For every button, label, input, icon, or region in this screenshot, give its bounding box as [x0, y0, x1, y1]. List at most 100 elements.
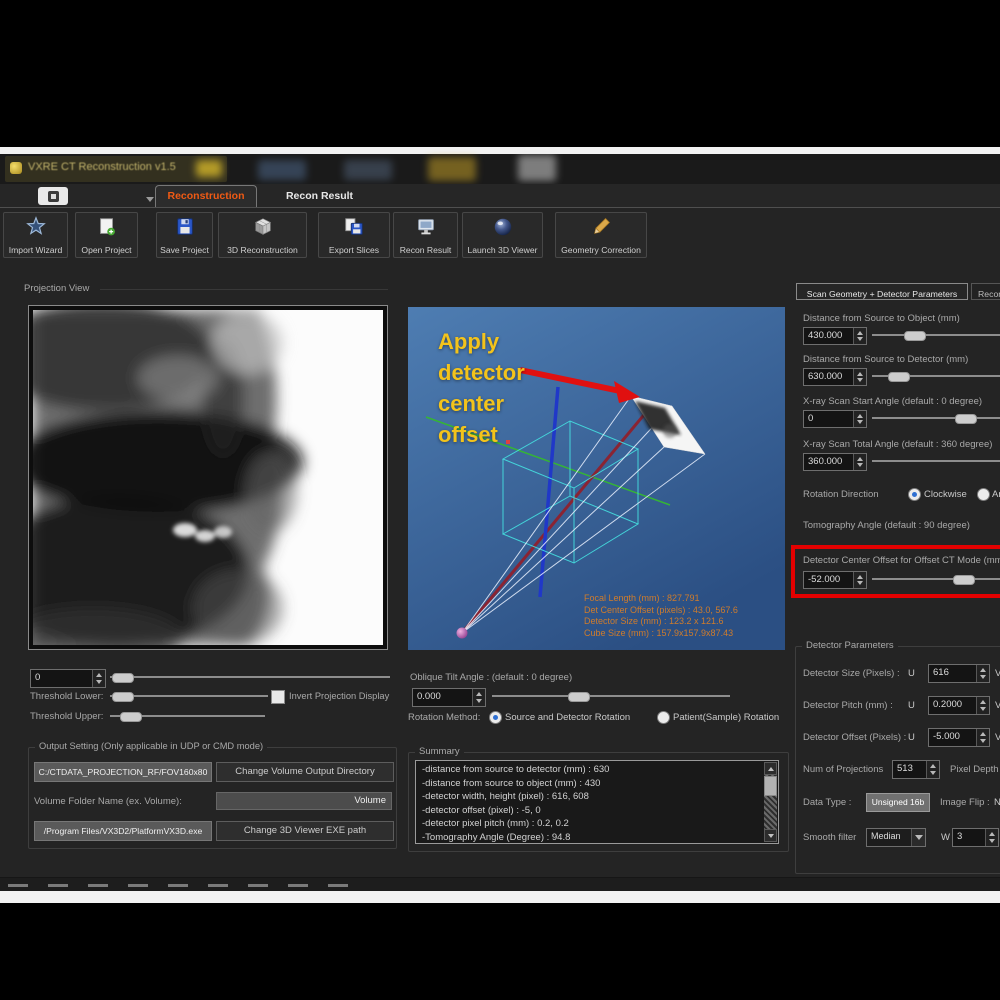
- slider-handle[interactable]: [112, 692, 134, 702]
- tab-overflow-arrow-icon[interactable]: [146, 197, 154, 202]
- total-angle-slider[interactable]: [872, 454, 1000, 468]
- export-disk-icon: [343, 216, 365, 238]
- frame-slider[interactable]: [110, 670, 390, 684]
- slider-handle[interactable]: [888, 372, 910, 382]
- spinner-arrows[interactable]: [976, 729, 989, 746]
- toolbar-button-export-slices[interactable]: Export Slices: [318, 212, 390, 258]
- ghost-icon-3: [428, 157, 476, 181]
- toolbar-button-launch-3d-viewer[interactable]: Launch 3D Viewer: [462, 212, 543, 258]
- change-3d-viewer-exe-path-button[interactable]: Change 3D Viewer EXE path: [216, 821, 394, 841]
- frame-index-spinner[interactable]: 0: [30, 669, 106, 688]
- dsd-value: 630.000: [804, 369, 853, 385]
- tab-recon-result[interactable]: Recon Result: [262, 185, 377, 207]
- spinner-arrows[interactable]: [853, 572, 866, 588]
- toolbar-label: Export Slices: [329, 245, 379, 255]
- slider-handle[interactable]: [112, 673, 134, 683]
- oblique-tilt-slider[interactable]: [492, 689, 730, 703]
- num-projections-spinner[interactable]: 513: [892, 760, 940, 779]
- toolbar-label: Launch 3D Viewer: [467, 245, 537, 255]
- threshold-upper-slider[interactable]: [110, 709, 265, 723]
- threshold-lower-label: Threshold Lower:: [30, 691, 103, 702]
- oblique-tilt-spinner[interactable]: 0.000: [412, 688, 486, 707]
- invert-projection-checkbox[interactable]: [271, 690, 285, 704]
- spinner-arrows[interactable]: [853, 369, 866, 385]
- report-tool-button[interactable]: [38, 187, 68, 205]
- dso-slider[interactable]: [872, 328, 1000, 342]
- xray-projection-image[interactable]: [33, 310, 383, 645]
- v-axis-label: V: [995, 668, 1000, 679]
- ghost-icon-1: [258, 160, 306, 180]
- dsd-slider[interactable]: [872, 369, 1000, 383]
- data-type-value-field[interactable]: Unsigned 16b: [866, 793, 930, 812]
- scroll-down-icon[interactable]: [764, 829, 777, 842]
- spinner-arrows[interactable]: [853, 328, 866, 344]
- volume-folder-name-input[interactable]: Volume: [216, 792, 392, 810]
- toolbar-button-geometry-correction[interactable]: Geometry Correction: [555, 212, 647, 258]
- scroll-up-icon[interactable]: [764, 762, 777, 775]
- total-angle-spinner[interactable]: 360.000: [803, 453, 867, 471]
- u-axis-label: U: [908, 700, 915, 711]
- rotation-clockwise-label: Clockwise: [924, 489, 967, 500]
- dsd-label: Distance from Source to Detector (mm): [803, 354, 968, 365]
- rotation-method-patient-radio[interactable]: [657, 711, 670, 724]
- tab-bar: [0, 184, 1000, 207]
- change-volume-output-directory-button[interactable]: Change Volume Output Directory: [216, 762, 394, 782]
- smooth-filter-dropdown[interactable]: Median: [866, 828, 926, 847]
- taskbar-dash: [328, 884, 348, 887]
- scan-geometry-tab[interactable]: Scan Geometry + Detector Parameters: [796, 283, 968, 300]
- slider-handle[interactable]: [953, 575, 975, 585]
- summary-group-label: Summary: [415, 746, 464, 757]
- toolbar-button-import-wizard[interactable]: Import Wizard: [3, 212, 68, 258]
- summary-listbox[interactable]: -distance from source to detector (mm) :…: [415, 760, 779, 844]
- spinner-arrows[interactable]: [92, 670, 105, 687]
- detector-offset-u-spinner[interactable]: -5.000: [928, 728, 990, 747]
- threshold-lower-slider[interactable]: [110, 689, 268, 703]
- geometry-3d-view[interactable]: Apply detector center offset Focal Lengt…: [408, 307, 785, 650]
- rotation-anticlockwise-radio[interactable]: [977, 488, 990, 501]
- spinner-arrows[interactable]: [985, 829, 998, 846]
- slider-handle[interactable]: [120, 712, 142, 722]
- toolbar-button-save-project[interactable]: Save Project: [156, 212, 213, 258]
- w-spinner[interactable]: 3: [952, 828, 999, 847]
- toolbar-button-3d-reconstruction[interactable]: 3D Reconstruction: [218, 212, 307, 258]
- spinner-arrows[interactable]: [853, 454, 866, 470]
- top-letterbox: [0, 0, 1000, 147]
- oblique-tilt-value: 0.000: [413, 689, 472, 706]
- recon-settings-tab[interactable]: Recon: [971, 283, 1000, 300]
- detector-center-offset-spinner[interactable]: -52.000: [803, 571, 867, 589]
- dropdown-arrow-icon[interactable]: [911, 829, 925, 846]
- slider-handle[interactable]: [955, 414, 977, 424]
- toolbar-button-open-project[interactable]: Open Project: [75, 212, 138, 258]
- rotation-method-patient-label: Patient(Sample) Rotation: [673, 712, 779, 723]
- taskbar-dash: [48, 884, 68, 887]
- detector-pitch-u-spinner[interactable]: 0.2000: [928, 696, 990, 715]
- volume-output-dir-field[interactable]: C:/CTDATA_PROJECTION_RF/FOV160x80: [34, 762, 212, 782]
- viewer-exe-path-field[interactable]: /Program Files/VX3D2/PlatformVX3D.exe: [34, 821, 212, 841]
- rotation-clockwise-radio[interactable]: [908, 488, 921, 501]
- spinner-arrows[interactable]: [926, 761, 939, 778]
- detector-size-u-spinner[interactable]: 616: [928, 664, 990, 683]
- dsd-spinner[interactable]: 630.000: [803, 368, 867, 386]
- slider-handle[interactable]: [568, 692, 590, 702]
- dso-spinner[interactable]: 430.000: [803, 327, 867, 345]
- scroll-thumb[interactable]: [764, 776, 777, 796]
- detector-center-offset-slider[interactable]: [872, 572, 1000, 586]
- tab-reconstruction-label: Reconstruction: [167, 190, 244, 202]
- slider-handle[interactable]: [904, 331, 926, 341]
- summary-line: -distance from source to object (mm) : 4…: [422, 777, 760, 791]
- smooth-filter-value: Median: [867, 829, 911, 846]
- summary-scrollbar[interactable]: [764, 762, 777, 842]
- spinner-arrows[interactable]: [976, 665, 989, 682]
- spinner-arrows[interactable]: [472, 689, 485, 706]
- skull-xray-shapes: [33, 310, 303, 645]
- annotation-line: detector: [438, 357, 525, 388]
- start-angle-spinner[interactable]: 0: [803, 410, 867, 428]
- threshold-upper-label: Threshold Upper:: [30, 711, 103, 722]
- volume-folder-name-label: Volume Folder Name (ex. Volume):: [34, 796, 182, 807]
- tab-reconstruction[interactable]: Reconstruction: [155, 185, 257, 207]
- spinner-arrows[interactable]: [853, 411, 866, 427]
- rotation-method-source-detector-radio[interactable]: [489, 711, 502, 724]
- start-angle-slider[interactable]: [872, 411, 1000, 425]
- spinner-arrows[interactable]: [976, 697, 989, 714]
- toolbar-button-recon-result[interactable]: Recon Result: [393, 212, 458, 258]
